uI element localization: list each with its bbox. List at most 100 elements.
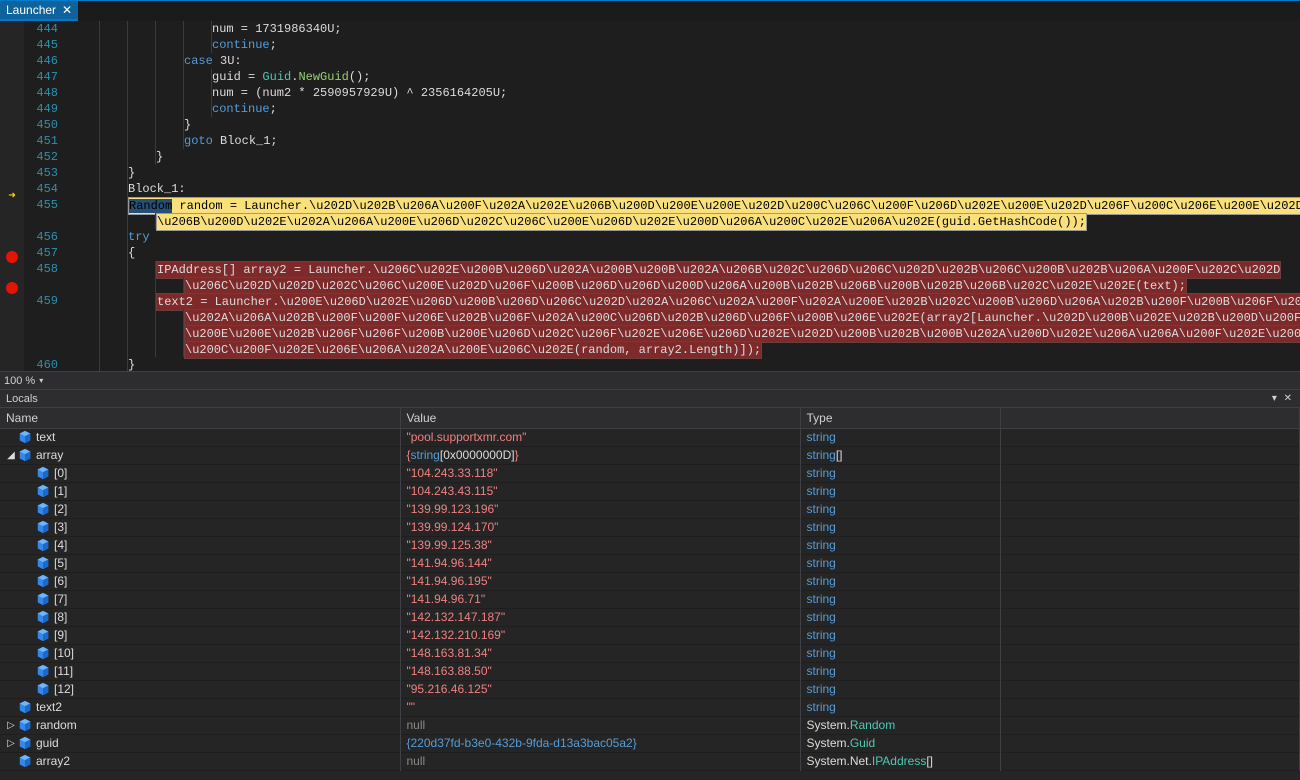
code-line[interactable]: } <box>64 117 1300 133</box>
line-number: 448 <box>24 85 58 101</box>
variable-name: array2 <box>36 754 70 768</box>
line-number <box>24 277 58 293</box>
locals-row[interactable]: [5]"141.94.96.144"string <box>0 554 1300 572</box>
code-line[interactable]: guid = Guid.NewGuid(); <box>64 69 1300 85</box>
breakpoint-icon[interactable] <box>6 251 18 263</box>
code-line[interactable]: continue; <box>64 37 1300 53</box>
col-header-name[interactable]: Name <box>0 408 400 428</box>
variable-icon <box>36 646 50 660</box>
locals-row[interactable]: [7]"141.94.96.71"string <box>0 590 1300 608</box>
locals-row[interactable]: array2nullSystem.Net.IPAddress[] <box>0 752 1300 770</box>
locals-row[interactable]: [11]"148.163.88.50"string <box>0 662 1300 680</box>
locals-row[interactable]: [4]"139.99.125.38"string <box>0 536 1300 554</box>
variable-name: [10] <box>54 646 74 660</box>
variable-type: string <box>800 572 1000 590</box>
locals-row[interactable]: [1]"104.243.43.115"string <box>0 482 1300 500</box>
chevron-down-icon: ▾ <box>39 376 43 385</box>
locals-panel[interactable]: Name Value Type text"pool.supportxmr.com… <box>0 407 1300 780</box>
variable-value: "142.132.210.169" <box>407 628 506 642</box>
code-line[interactable]: } <box>64 165 1300 181</box>
locals-row[interactable]: [0]"104.243.33.118"string <box>0 464 1300 482</box>
locals-row[interactable]: text"pool.supportxmr.com"string <box>0 428 1300 446</box>
line-number: 450 <box>24 117 58 133</box>
code-line[interactable]: continue; <box>64 101 1300 117</box>
variable-icon <box>18 718 32 732</box>
locals-panel-header[interactable]: Locals ▾ ✕ <box>0 389 1300 407</box>
tab-label: Launcher <box>6 3 56 17</box>
code-line[interactable]: \u200C\u200F\u202E\u206E\u206A\u202A\u20… <box>64 341 1300 357</box>
code-line[interactable]: IPAddress[] array2 = Launcher.\u206C\u20… <box>64 261 1300 277</box>
locals-row[interactable]: text2""string <box>0 698 1300 716</box>
expander-icon[interactable]: ◢ <box>6 450 16 461</box>
code-line[interactable]: text2 = Launcher.\u200E\u206D\u202E\u206… <box>64 293 1300 309</box>
code-line[interactable]: \u200E\u200E\u202B\u206F\u206F\u200B\u20… <box>64 325 1300 341</box>
gutter-margin[interactable]: ➜ <box>0 21 24 371</box>
variable-type: System.Random <box>800 716 1000 734</box>
expander-icon[interactable]: ▷ <box>6 738 16 749</box>
variable-type: string <box>800 518 1000 536</box>
code-editor[interactable]: ➜ 44444544644744844945045145245345445545… <box>0 21 1300 371</box>
line-number <box>24 213 58 229</box>
variable-name: [1] <box>54 484 67 498</box>
code-line[interactable]: \u206C\u202D\u202D\u202C\u206C\u200E\u20… <box>64 277 1300 293</box>
line-number: 451 <box>24 133 58 149</box>
code-area[interactable]: num = 1731986340U;continue;case 3U:guid … <box>64 21 1300 371</box>
code-line[interactable]: } <box>64 149 1300 165</box>
code-line[interactable]: try <box>64 229 1300 245</box>
locals-row[interactable]: [12]"95.216.46.125"string <box>0 680 1300 698</box>
code-line[interactable]: goto Block_1; <box>64 133 1300 149</box>
variable-type: string <box>800 482 1000 500</box>
code-line[interactable]: \u202A\u206A\u202B\u200F\u200F\u206E\u20… <box>64 309 1300 325</box>
tab-close-icon[interactable]: ✕ <box>62 3 72 17</box>
line-number: 449 <box>24 101 58 117</box>
code-line[interactable]: num = (num2 * 2590957929U) ^ 2356164205U… <box>64 85 1300 101</box>
variable-value: "142.132.147.187" <box>407 610 506 624</box>
code-line[interactable]: \u206B\u200D\u202E\u202A\u206A\u200E\u20… <box>64 213 1300 229</box>
code-line[interactable]: } <box>64 357 1300 371</box>
locals-row[interactable]: [2]"139.99.123.196"string <box>0 500 1300 518</box>
locals-row[interactable]: ▷randomnullSystem.Random <box>0 716 1300 734</box>
variable-value: "148.163.81.34" <box>407 646 492 660</box>
locals-row[interactable]: [10]"148.163.81.34"string <box>0 644 1300 662</box>
locals-row[interactable]: [9]"142.132.210.169"string <box>0 626 1300 644</box>
breakpoint-icon[interactable] <box>6 282 18 294</box>
variable-type: string <box>800 608 1000 626</box>
locals-table: Name Value Type text"pool.supportxmr.com… <box>0 408 1300 771</box>
variable-value: "95.216.46.125" <box>407 682 492 696</box>
code-line[interactable]: Block_1: <box>64 181 1300 197</box>
line-number-gutter: 4444454464474484494504514524534544554564… <box>24 21 64 371</box>
variable-icon <box>36 574 50 588</box>
variable-name: [3] <box>54 520 67 534</box>
tab-bar: Launcher ✕ <box>0 0 1300 21</box>
line-number <box>24 325 58 341</box>
line-number: 458 <box>24 261 58 277</box>
variable-name: random <box>36 718 77 732</box>
col-header-value[interactable]: Value <box>400 408 800 428</box>
code-line[interactable]: { <box>64 245 1300 261</box>
variable-icon <box>36 628 50 642</box>
zoom-dropdown[interactable]: 100 % ▾ <box>4 375 43 387</box>
variable-value: "104.243.33.118" <box>407 466 498 480</box>
variable-type: string <box>800 554 1000 572</box>
locals-panel-title: Locals <box>6 393 38 405</box>
col-header-type[interactable]: Type <box>800 408 1000 428</box>
locals-row[interactable]: [3]"139.99.124.170"string <box>0 518 1300 536</box>
line-number: 454 <box>24 181 58 197</box>
locals-row[interactable]: ▷guid{220d37fd-b3e0-432b-9fda-d13a3bac05… <box>0 734 1300 752</box>
line-number: 452 <box>24 149 58 165</box>
variable-value: "139.99.123.196" <box>407 502 499 516</box>
expander-icon[interactable]: ▷ <box>6 720 16 731</box>
locals-row[interactable]: ◢array{string[0x0000000D]}string[] <box>0 446 1300 464</box>
tab-launcher[interactable]: Launcher ✕ <box>0 1 78 21</box>
locals-row[interactable]: [8]"142.132.147.187"string <box>0 608 1300 626</box>
locals-row[interactable]: [6]"141.94.96.195"string <box>0 572 1300 590</box>
variable-type: string <box>800 536 1000 554</box>
zoom-value: 100 % <box>4 375 35 387</box>
code-line[interactable]: num = 1731986340U; <box>64 21 1300 37</box>
code-line[interactable]: case 3U: <box>64 53 1300 69</box>
variable-value: null <box>407 754 426 768</box>
line-number <box>24 309 58 325</box>
window-options-icon[interactable]: ▾ ✕ <box>1272 393 1294 404</box>
code-line[interactable]: Random random = Launcher.\u202D\u202B\u2… <box>64 197 1300 213</box>
line-number: 453 <box>24 165 58 181</box>
